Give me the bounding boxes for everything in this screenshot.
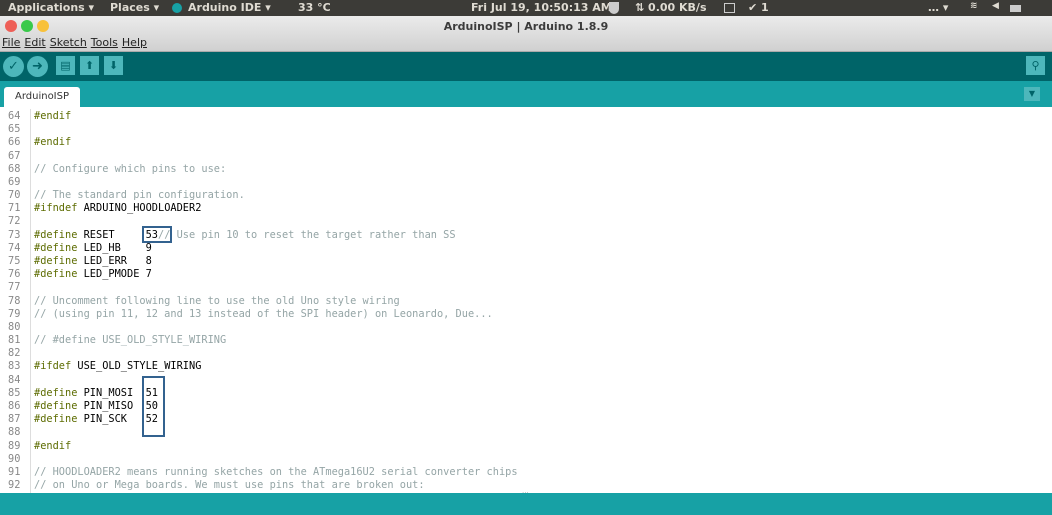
line-number: 80 <box>8 320 21 333</box>
code-text: #define PIN_SCK 52 <box>34 413 158 426</box>
line-number: 86 <box>8 399 21 412</box>
new-button[interactable]: ▤ <box>56 56 75 75</box>
battery-icon[interactable] <box>1010 5 1021 12</box>
menu-edit[interactable]: Edit <box>24 36 45 51</box>
line-number: 66 <box>8 136 21 149</box>
window-title: ArduinoISP | Arduino 1.8.9 <box>443 20 609 33</box>
line-number: 83 <box>8 360 21 373</box>
tab-bar: ArduinoISP ▼ <box>0 81 1052 107</box>
code-text: #define PIN_MISO 50 <box>34 399 158 412</box>
places-menu[interactable]: Places ▾ <box>110 1 159 14</box>
tab-menu-button[interactable]: ▼ <box>1024 87 1040 101</box>
code-text: // on Uno or Mega boards. We must use pi… <box>34 479 425 492</box>
code-text: #define LED_HB 9 <box>34 241 152 254</box>
line-number: 67 <box>8 149 21 162</box>
code-text: #define PIN_MOSI 51 <box>34 386 158 399</box>
line-number: 79 <box>8 307 21 320</box>
code-text: #define LED_PMODE 7 <box>34 268 152 281</box>
line-number: 65 <box>8 123 21 136</box>
shield-icon[interactable] <box>609 2 619 14</box>
system-top-bar: Applications ▾ Places ▾ Arduino IDE ▾ 33… <box>0 0 1052 16</box>
tasks-indicator[interactable]: ✔ 1 <box>748 1 769 14</box>
arduino-app-icon <box>172 3 182 13</box>
code-text: // The standard pin configuration. <box>34 189 245 202</box>
code-text: #endif <box>34 136 72 149</box>
weather-indicator[interactable]: 33 °C <box>298 1 331 14</box>
line-number: 64 <box>8 110 21 122</box>
line-number: 73 <box>8 228 21 241</box>
clock[interactable]: Fri Jul 19, 10:50:13 AM <box>471 1 612 14</box>
status-bar <box>0 493 1052 515</box>
code-text: #define RESET 53// Use pin 10 to reset t… <box>34 228 456 241</box>
line-number: 82 <box>8 347 21 360</box>
code-text: #ifdef USE_OLD_STYLE_WIRING <box>34 360 202 373</box>
code-text: // Uncomment following line to use the o… <box>34 294 400 307</box>
toolbar: ✓ ➜ ▤ ⬆ ⬇ ⚲ <box>0 52 1052 81</box>
upload-button[interactable]: ➜ <box>27 56 48 77</box>
line-number: 88 <box>8 426 21 439</box>
menu-file[interactable]: File <box>2 36 20 51</box>
line-number: 72 <box>8 215 21 228</box>
serial-monitor-button[interactable]: ⚲ <box>1026 56 1045 75</box>
highlight-box-spi-pins <box>142 376 165 437</box>
code-text: #endif <box>34 439 72 452</box>
open-button[interactable]: ⬆ <box>80 56 99 75</box>
volume-icon[interactable]: ◀ <box>992 1 999 11</box>
line-number: 90 <box>8 452 21 465</box>
line-number: 75 <box>8 254 21 267</box>
save-button[interactable]: ⬇ <box>104 56 123 75</box>
line-number: 89 <box>8 439 21 452</box>
line-number: 78 <box>8 294 21 307</box>
window-titlebar: ArduinoISP | Arduino 1.8.9 <box>0 16 1052 36</box>
menu-bar: File Edit Sketch Tools Help <box>0 36 1052 52</box>
menu-sketch[interactable]: Sketch <box>50 36 87 51</box>
verify-button[interactable]: ✓ <box>3 56 24 77</box>
line-number: 81 <box>8 334 21 347</box>
line-number: 68 <box>8 162 21 175</box>
line-number: 91 <box>8 465 21 478</box>
line-number: 87 <box>8 413 21 426</box>
code-editor[interactable]: 64 #endif 65 66 #endif 67 68 // Configure which… <box>0 109 1052 493</box>
line-number: 74 <box>8 241 21 254</box>
line-number: 76 <box>8 268 21 281</box>
line-number: 70 <box>8 189 21 202</box>
terminal-icon[interactable] <box>724 3 735 13</box>
code-text: // Configure which pins to use: <box>34 162 227 175</box>
line-number: 71 <box>8 202 21 215</box>
menu-tools[interactable]: Tools <box>91 36 118 51</box>
code-text: // (using pin 11, 12 and 13 instead of t… <box>34 307 493 320</box>
network-speed[interactable]: ⇅ 0.00 KB/s <box>635 1 707 14</box>
highlight-box-reset <box>142 226 172 243</box>
code-text: // #define USE_OLD_STYLE_WIRING <box>34 334 227 347</box>
code-text: #define LED_ERR 8 <box>34 254 152 267</box>
code-text: // HOODLOADER2 means running sketches on… <box>34 465 518 478</box>
line-number: 85 <box>8 386 21 399</box>
line-number: 84 <box>8 373 21 386</box>
code-text: #endif <box>34 110 72 122</box>
overflow-menu[interactable]: … ▾ <box>928 1 948 14</box>
tab-arduinoisp[interactable]: ArduinoISP <box>4 87 80 107</box>
line-number: 77 <box>8 281 21 294</box>
applications-menu[interactable]: Applications ▾ <box>8 1 94 14</box>
app-menu[interactable]: Arduino IDE ▾ <box>188 1 271 14</box>
line-number: 92 <box>8 479 21 492</box>
line-number: 69 <box>8 175 21 188</box>
menu-help[interactable]: Help <box>122 36 147 51</box>
code-text: #ifndef ARDUINO_HOODLOADER2 <box>34 202 202 215</box>
wifi-icon[interactable]: ≋ <box>970 1 978 11</box>
